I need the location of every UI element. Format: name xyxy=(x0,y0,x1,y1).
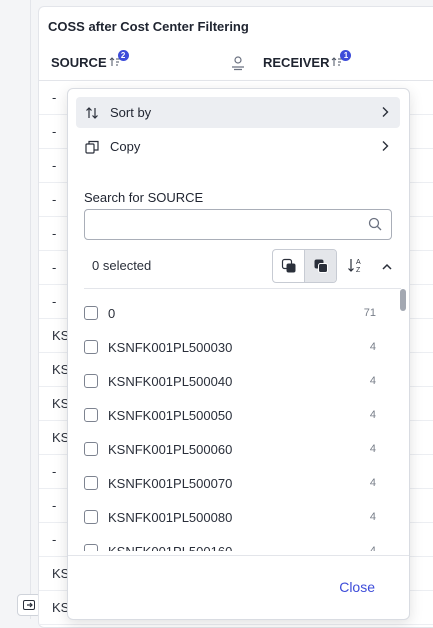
sort-order-badge: 2 xyxy=(117,49,129,61)
list-item-count: 4 xyxy=(369,477,376,489)
search-input[interactable] xyxy=(91,214,365,236)
list-item-count: 4 xyxy=(369,409,376,421)
invert-selection-icon xyxy=(314,259,328,273)
checkbox[interactable] xyxy=(84,442,98,456)
list-divider xyxy=(84,288,401,289)
list-item-label: KSNFK001PL500030 xyxy=(108,339,233,355)
chevron-right-icon xyxy=(382,107,389,117)
column-header-receiver[interactable]: RECEIVER 1 xyxy=(263,49,352,70)
select-all-icon xyxy=(281,258,295,273)
list-item-count: 4 xyxy=(369,443,376,455)
checkbox[interactable] xyxy=(84,408,98,422)
footer-divider xyxy=(68,555,409,556)
list-item-label: KSNFK001PL500160 xyxy=(108,543,233,552)
source-cell: - xyxy=(52,192,57,207)
search-field[interactable] xyxy=(84,209,392,240)
source-cell: - xyxy=(52,464,57,479)
menu-item-label: Copy xyxy=(110,139,141,154)
list-item-label: KSNFK001PL500070 xyxy=(108,475,233,491)
list-item[interactable]: KSNFK001PL500060 4 xyxy=(84,432,380,466)
filter-icon[interactable] xyxy=(230,55,246,76)
list-item-count: 4 xyxy=(369,341,376,353)
list-item-count: 71 xyxy=(363,307,376,319)
copy-icon xyxy=(84,139,100,155)
list-item-label: KSNFK001PL500040 xyxy=(108,373,233,389)
source-cell: - xyxy=(52,260,57,275)
list-item-label: KSNFK001PL500080 xyxy=(108,509,233,525)
list-item-count: 4 xyxy=(369,511,376,523)
panel-toggle-icon xyxy=(23,600,35,610)
invert-selection-button[interactable] xyxy=(304,250,336,282)
sort-order-badge: 1 xyxy=(340,49,352,61)
menu-item-label: Sort by xyxy=(110,105,152,120)
sort-indicator: 2 xyxy=(109,49,129,70)
column-label: SOURCE xyxy=(51,55,107,70)
copy-menu-item[interactable]: Copy xyxy=(76,131,400,162)
source-cell: - xyxy=(52,90,57,105)
list-item[interactable]: KSNFK001PL500030 4 xyxy=(84,330,380,364)
list-item-count: 4 xyxy=(369,545,376,551)
search-icon xyxy=(368,217,382,231)
list-item-label: 0 xyxy=(108,305,116,321)
value-list: 0 71 KSNFK001PL500030 4 KSNFK001PL500040 4 KSN… xyxy=(68,296,409,551)
list-item[interactable]: 0 71 xyxy=(84,296,380,330)
sort-indicator: 1 xyxy=(331,49,352,70)
panel-title: COSS after Cost Center Filtering xyxy=(48,19,249,34)
source-cell: - xyxy=(52,294,57,309)
checkbox[interactable] xyxy=(84,510,98,524)
column-menu-popup: Sort by Copy Search for SOURCE 0 selecte… xyxy=(67,88,410,620)
sort-arrows-icon xyxy=(84,105,100,121)
checkbox[interactable] xyxy=(84,306,98,320)
column-header-source[interactable]: SOURCE 2 xyxy=(51,49,129,70)
list-item[interactable]: KSNFK001PL500040 4 xyxy=(84,364,380,398)
source-cell: - xyxy=(52,124,57,139)
source-cell: - xyxy=(52,226,57,241)
list-item[interactable]: KSNFK001PL500070 4 xyxy=(84,466,380,500)
collapse-button[interactable] xyxy=(381,259,393,277)
list-item[interactable]: KSNFK001PL500080 4 xyxy=(84,500,380,534)
sort-az-button[interactable]: A Z xyxy=(347,256,365,279)
checkbox[interactable] xyxy=(84,544,98,551)
list-item[interactable]: KSNFK001PL500160 4 xyxy=(84,534,380,551)
column-label: RECEIVER xyxy=(263,55,330,70)
source-cell: - xyxy=(52,498,57,513)
select-all-button[interactable] xyxy=(273,250,304,282)
list-item[interactable]: KSNFK001PL500050 4 xyxy=(84,398,380,432)
list-scrollbar[interactable] xyxy=(400,289,406,311)
list-item-count: 4 xyxy=(369,375,376,387)
sort-by-menu-item[interactable]: Sort by xyxy=(76,97,400,128)
chevron-up-icon xyxy=(382,263,392,270)
checkbox[interactable] xyxy=(84,476,98,490)
selected-count: 0 selected xyxy=(92,258,152,273)
sort-az-icon: A Z xyxy=(348,259,361,274)
svg-text:A: A xyxy=(356,259,361,266)
search-label: Search for SOURCE xyxy=(84,190,204,205)
checkbox[interactable] xyxy=(84,374,98,388)
checkbox[interactable] xyxy=(84,340,98,354)
svg-text:Z: Z xyxy=(356,267,361,274)
close-button[interactable]: Close xyxy=(339,579,375,595)
selection-mode-toggle xyxy=(272,249,337,283)
left-rail xyxy=(0,0,31,619)
list-item-label: KSNFK001PL500060 xyxy=(108,441,233,457)
list-item-label: KSNFK001PL500050 xyxy=(108,407,233,423)
source-cell: - xyxy=(52,532,57,547)
source-cell: - xyxy=(52,158,57,173)
chevron-right-icon xyxy=(382,141,389,151)
